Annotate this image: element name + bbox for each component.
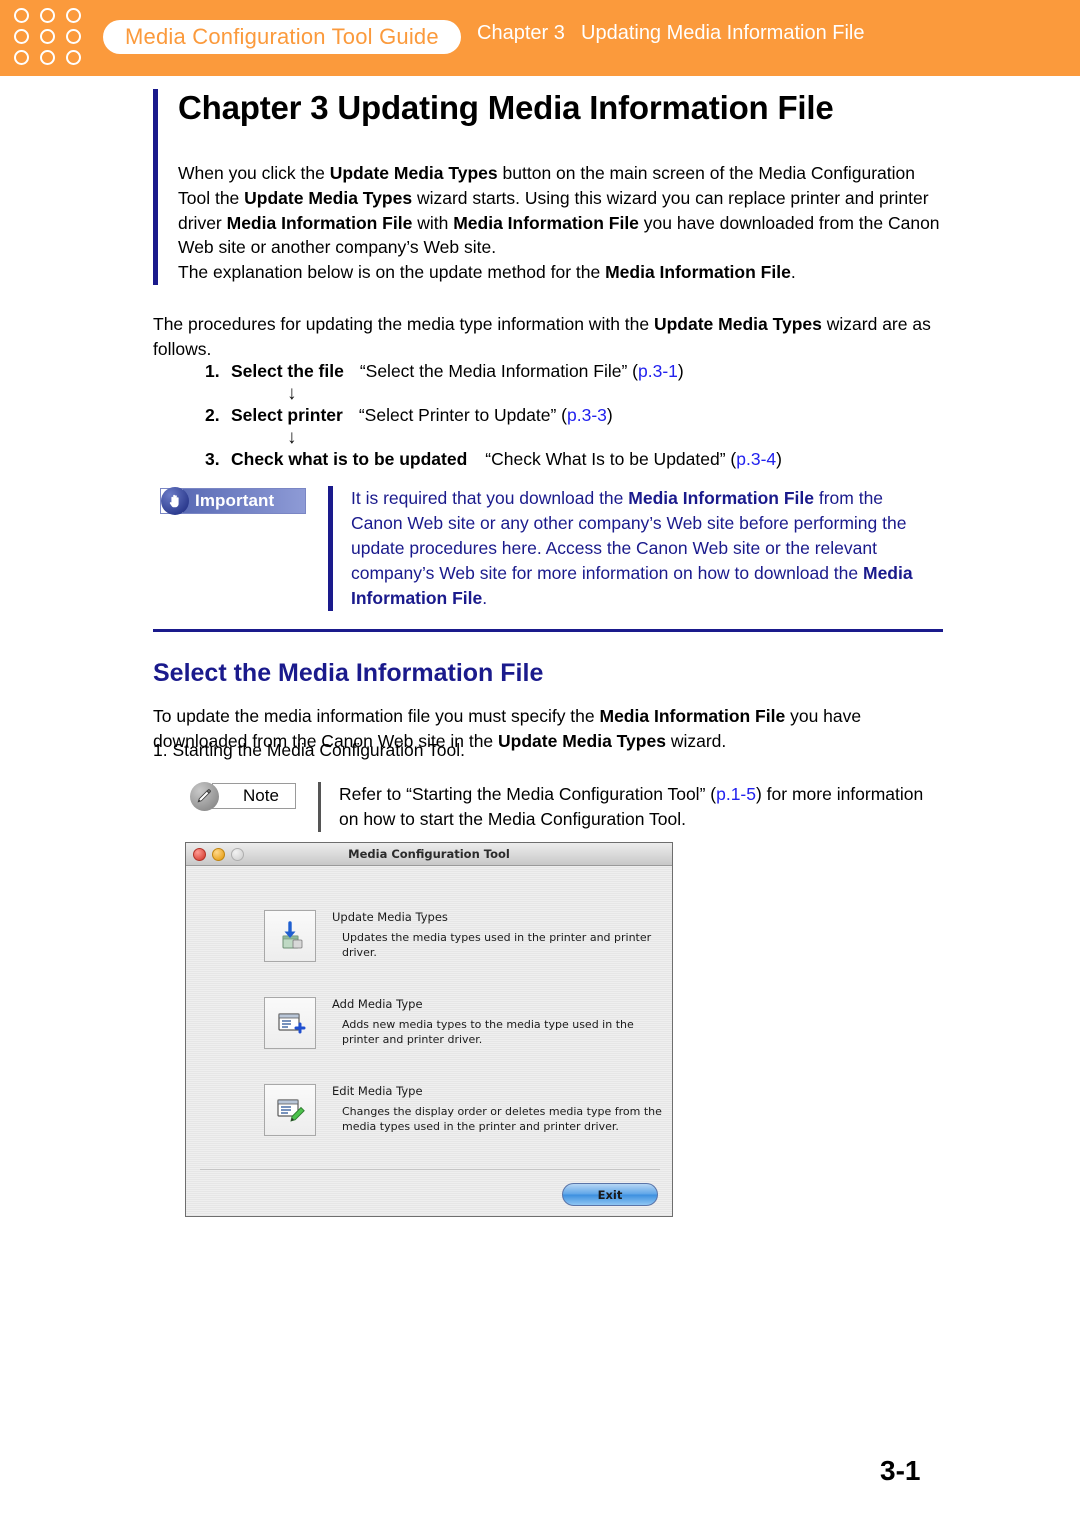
step-reference: “Select the Media Information File” (p.3… — [360, 361, 684, 382]
feature-edit-media-type[interactable]: Edit Media Type Changes the display orde… — [264, 1084, 664, 1136]
feature-description: Updates the media types used in the prin… — [342, 931, 652, 959]
procedure-intro-paragraph: The procedures for updating the media ty… — [153, 313, 931, 359]
feature-text: Add Media Type Adds new media types to t… — [332, 997, 672, 1048]
update-media-types-icon — [264, 910, 316, 962]
step-number: 3. — [205, 449, 220, 469]
important-callout: Important It is required that you downlo… — [160, 486, 920, 612]
section-heading: Select the Media Information File — [153, 658, 544, 687]
page-title: Chapter 3 Updating Media Information Fil… — [178, 89, 834, 126]
step-reference-end: ) — [606, 405, 613, 425]
dot — [14, 50, 29, 65]
procedure-step: 2. Select printer “Select Printer to Upd… — [205, 405, 945, 426]
feature-description: Changes the display order or deletes med… — [342, 1105, 662, 1133]
dot — [14, 29, 29, 44]
step-reference-text: “Select Printer to Update” ( — [358, 405, 567, 425]
chapter-intro-paragraph: When you click the Update Media Types bu… — [178, 162, 940, 283]
feature-text: Update Media Types Updates the media typ… — [332, 910, 672, 961]
step-arrow-icon: ↓ — [287, 427, 297, 448]
important-body-text: It is required that you download the Med… — [328, 486, 920, 612]
step-label: Check what is to be updated — [231, 449, 468, 469]
step-number: 1. — [205, 361, 220, 381]
step-page-link[interactable]: p.3-4 — [736, 449, 776, 469]
note-badge: Note — [190, 782, 296, 811]
procedure-step: 3. Check what is to be updated “Check Wh… — [205, 449, 945, 470]
chapter-intro-block: Chapter 3 Updating Media Information Fil… — [153, 89, 943, 286]
header-chapter-label: Chapter 3 — [477, 22, 565, 44]
note-badge-box: Note — [212, 783, 296, 809]
note-callout: Note Refer to “Starting the Media Config… — [190, 782, 930, 833]
step-reference-end: ) — [677, 361, 684, 381]
feature-title: Edit Media Type — [332, 1084, 423, 1098]
dot — [40, 50, 55, 65]
app-titlebar: Media Configuration Tool — [186, 843, 672, 866]
feature-add-media-type[interactable]: Add Media Type Adds new media types to t… — [264, 997, 664, 1049]
section-divider — [153, 629, 943, 632]
step-label: Select the file — [231, 361, 344, 381]
window-controls[interactable] — [193, 848, 244, 861]
exit-button[interactable]: Exit — [562, 1183, 658, 1206]
step-reference-text: “Check What Is to be Updated” ( — [485, 449, 737, 469]
feature-title: Update Media Types — [332, 910, 448, 924]
important-badge: Important — [160, 487, 306, 515]
page-header: Media Configuration Tool Guide Chapter 3… — [0, 0, 1080, 76]
dot — [66, 8, 81, 23]
app-screenshot: Media Configuration Tool Update Media Ty… — [185, 842, 673, 1217]
step-reference-text: “Select the Media Information File” ( — [359, 361, 638, 381]
zoom-light-icon[interactable] — [231, 848, 244, 861]
step-arrow-icon: ↓ — [287, 383, 297, 404]
step-label: Select printer — [231, 405, 343, 425]
app-window-title: Media Configuration Tool — [348, 847, 510, 861]
feature-update-media-types[interactable]: Update Media Types Updates the media typ… — [264, 910, 664, 962]
dot — [40, 29, 55, 44]
decorative-dot-grid — [14, 8, 90, 71]
minimize-light-icon[interactable] — [212, 848, 225, 861]
step-reference: “Check What Is to be Updated” (p.3-4) — [485, 449, 782, 470]
hand-icon — [161, 487, 189, 515]
pencil-icon — [190, 782, 219, 811]
feature-description: Adds new media types to the media type u… — [342, 1018, 634, 1046]
header-chapter-title: Updating Media Information File — [581, 22, 865, 44]
step-reference-end: ) — [776, 449, 782, 469]
feature-text: Edit Media Type Changes the display orde… — [332, 1084, 672, 1135]
step-page-link[interactable]: p.3-1 — [638, 361, 678, 381]
edit-media-type-icon — [264, 1084, 316, 1136]
important-badge-label: Important — [195, 491, 275, 510]
step-number: 2. — [205, 405, 220, 425]
feature-title: Add Media Type — [332, 997, 423, 1011]
close-light-icon[interactable] — [193, 848, 206, 861]
guide-title-pill: Media Configuration Tool Guide — [103, 20, 461, 54]
dot — [66, 29, 81, 44]
dot — [14, 8, 29, 23]
page-number: 3-1 — [880, 1455, 921, 1486]
add-media-type-icon — [264, 997, 316, 1049]
guide-title-text: Media Configuration Tool Guide — [125, 24, 439, 49]
dot — [66, 50, 81, 65]
app-separator — [200, 1169, 660, 1170]
procedure-step: 1. Select the file “Select the Media Inf… — [205, 361, 945, 382]
dot — [40, 8, 55, 23]
section-numbered-item: 1. Starting the Media Configuration Tool… — [153, 740, 465, 760]
app-window-body: Update Media Types Updates the media typ… — [186, 866, 672, 1216]
procedure-step-list: 1. Select the file “Select the Media Inf… — [205, 361, 945, 470]
step-page-link[interactable]: p.3-3 — [567, 405, 607, 425]
note-body-text: Refer to “Starting the Media Configurati… — [318, 782, 930, 833]
note-badge-label: Note — [243, 786, 279, 805]
step-reference: “Select Printer to Update” (p.3-3) — [359, 405, 613, 426]
